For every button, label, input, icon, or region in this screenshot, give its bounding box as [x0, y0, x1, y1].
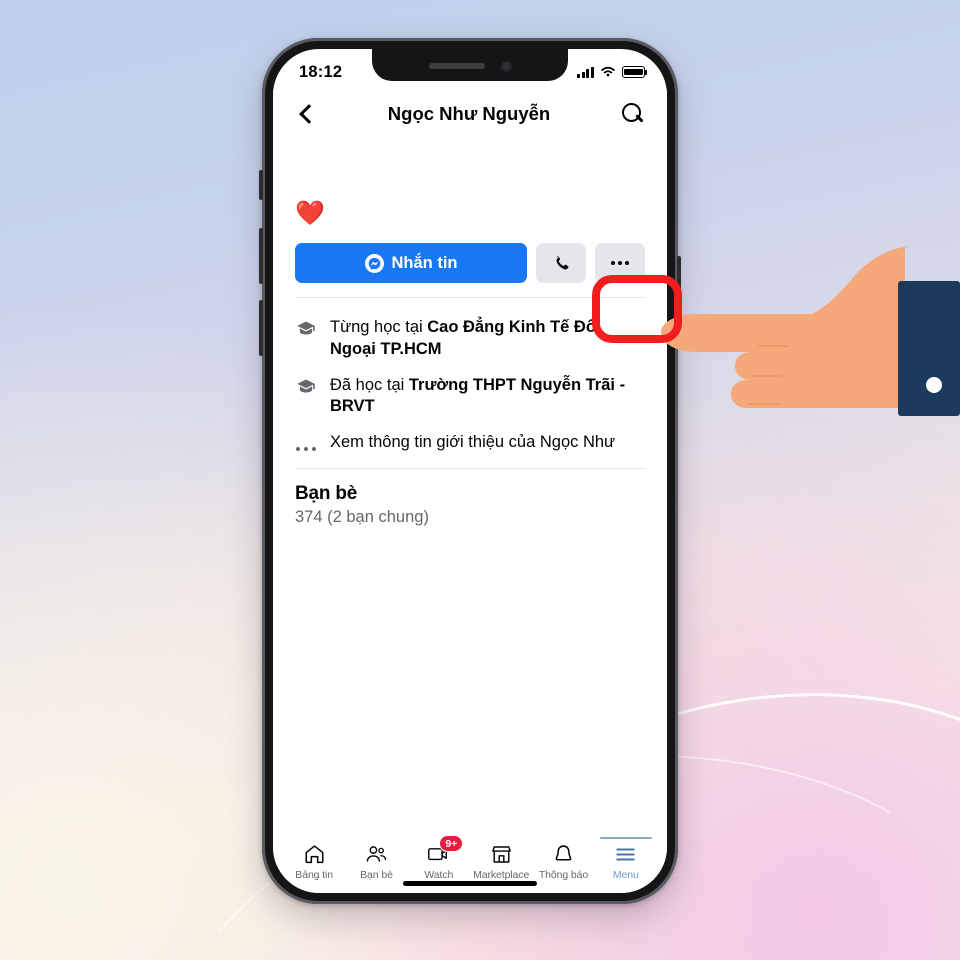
info-row-see-about[interactable]: Xem thông tin giới thiệu của Ngọc Như — [295, 425, 645, 462]
more-horizontal-icon — [295, 433, 317, 455]
back-chevron-icon[interactable] — [295, 103, 317, 125]
info-row-label: Từng học tại Cao Đẳng Kinh Tế Đối Ngoại … — [330, 318, 601, 358]
search-icon[interactable] — [621, 102, 645, 126]
message-button-label: Nhắn tin — [391, 253, 458, 272]
friends-section-title: Bạn bè — [295, 482, 358, 504]
marketplace-store-icon — [490, 842, 513, 866]
friends-icon — [365, 842, 388, 866]
tab-label: Bảng tin — [295, 869, 334, 881]
profile-info-list: Từng học tại Cao Đẳng Kinh Tế Đối Ngoại … — [273, 298, 667, 467]
notch — [372, 49, 568, 81]
tab-friends[interactable]: Bạn bè — [345, 837, 407, 881]
tab-label: Marketplace — [473, 869, 530, 881]
front-camera-icon — [500, 60, 512, 72]
pointing-hand-icon — [655, 228, 960, 433]
graduation-cap-icon — [295, 376, 317, 398]
app-bar: Ngọc Như Nguyễn — [273, 89, 667, 139]
profile-action-row: Nhắn tin — [273, 227, 667, 297]
status-bar-icons — [577, 66, 648, 78]
profile-content: ❤️ Nhắn tin Từng học tại Cao Đẳng Kinh T… — [273, 139, 667, 831]
tab-label: Thông báo — [538, 869, 589, 881]
graduation-cap-icon — [295, 318, 317, 340]
bell-icon — [552, 842, 575, 866]
status-bar-time: 18:12 — [299, 62, 343, 81]
wifi-icon — [601, 66, 615, 77]
tab-menu[interactable]: Menu — [595, 837, 657, 881]
info-row-label: Xem thông tin giới thiệu của Ngọc Như — [330, 432, 616, 451]
tab-label: Bạn bè — [360, 869, 393, 881]
info-row-education-2[interactable]: Đã học tại Trường THPT Nguyễn Trãi - BRV… — [295, 368, 645, 425]
content-top-spacer — [273, 139, 667, 201]
tab-marketplace[interactable]: Marketplace — [470, 837, 532, 881]
page-title: Ngọc Như Nguyễn — [387, 103, 551, 124]
active-tab-indicator — [599, 837, 652, 839]
watch-badge: 9+ — [439, 835, 464, 853]
tab-newsfeed[interactable]: Bảng tin — [283, 837, 345, 881]
info-row-education-1[interactable]: Từng học tại Cao Đẳng Kinh Tế Đối Ngoại … — [295, 310, 645, 367]
more-horizontal-button[interactable] — [595, 243, 645, 284]
home-icon — [303, 842, 326, 866]
tab-notifications[interactable]: Thông báo — [532, 837, 594, 881]
earpiece-speaker-icon — [428, 63, 485, 69]
tab-label: Menu — [612, 869, 639, 881]
hamburger-menu-icon — [614, 842, 637, 866]
watch-video-icon: 9+ — [427, 835, 464, 866]
phone-mockup: 18:12 Ngọc Như Nguyễn ❤️ Nhắn tin Từng h… — [259, 38, 681, 904]
messenger-icon — [364, 253, 384, 273]
phone-screen: 18:12 Ngọc Như Nguyễn ❤️ Nhắn tin Từng h… — [273, 49, 667, 893]
battery-icon — [622, 66, 648, 78]
friends-count: 374 (2 bạn chung) — [295, 507, 429, 526]
cellular-bars-icon — [577, 66, 594, 78]
tab-label: Watch — [424, 869, 454, 881]
mute-switch-button[interactable] — [259, 170, 263, 200]
more-horizontal-icon — [610, 261, 630, 266]
call-button[interactable] — [536, 243, 586, 284]
phone-call-icon — [556, 256, 569, 270]
volume-up-button[interactable] — [259, 228, 263, 284]
friends-section[interactable]: Bạn bè 374 (2 bạn chung) — [273, 469, 667, 527]
tab-watch[interactable]: 9+ Watch — [408, 835, 470, 881]
volume-down-button[interactable] — [259, 300, 263, 356]
home-indicator — [403, 881, 537, 886]
bio-emoji: ❤️ — [295, 200, 325, 227]
info-row-label: Đã học tại Trường THPT Nguyễn Trãi - BRV… — [330, 375, 626, 416]
message-button[interactable]: Nhắn tin — [295, 243, 527, 284]
